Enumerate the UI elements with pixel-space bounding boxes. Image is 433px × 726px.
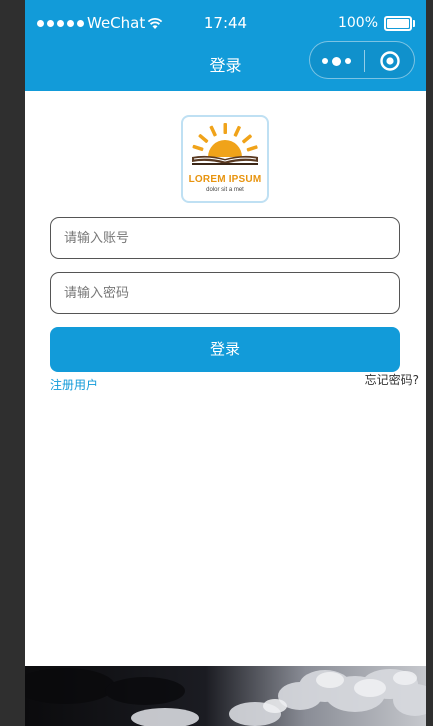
logo-title: LOREM IPSUM xyxy=(188,174,262,185)
more-dots-icon[interactable] xyxy=(322,53,354,69)
navigation-bar: 登录 xyxy=(25,41,426,91)
battery-percent: 100% xyxy=(337,15,378,31)
phone-screen: WeChat 17:44 100% 登录 LOREM IPSUM dolor s… xyxy=(25,0,426,726)
cloud-texture xyxy=(25,666,426,726)
logo-subtitle: dolor sit a met xyxy=(206,187,244,193)
battery-icon xyxy=(384,15,415,31)
target-close-icon[interactable] xyxy=(379,50,401,72)
battery-indicator: 100% xyxy=(337,14,415,32)
account-field[interactable] xyxy=(50,217,400,259)
bottom-cloud-image xyxy=(25,666,426,726)
status-bar: WeChat 17:44 100% xyxy=(25,0,426,44)
password-field[interactable] xyxy=(50,272,400,314)
register-link[interactable]: 注册用户 xyxy=(50,377,98,393)
login-button[interactable]: 登录 xyxy=(50,327,400,372)
password-input[interactable] xyxy=(64,273,384,313)
account-input[interactable] xyxy=(64,218,384,258)
mini-program-capsule xyxy=(309,41,415,79)
battery-fill xyxy=(387,18,409,28)
forgot-password-link[interactable]: 忘记密码? xyxy=(365,372,419,388)
capsule-divider xyxy=(364,50,365,72)
app-logo: LOREM IPSUM dolor sit a met xyxy=(181,115,269,203)
